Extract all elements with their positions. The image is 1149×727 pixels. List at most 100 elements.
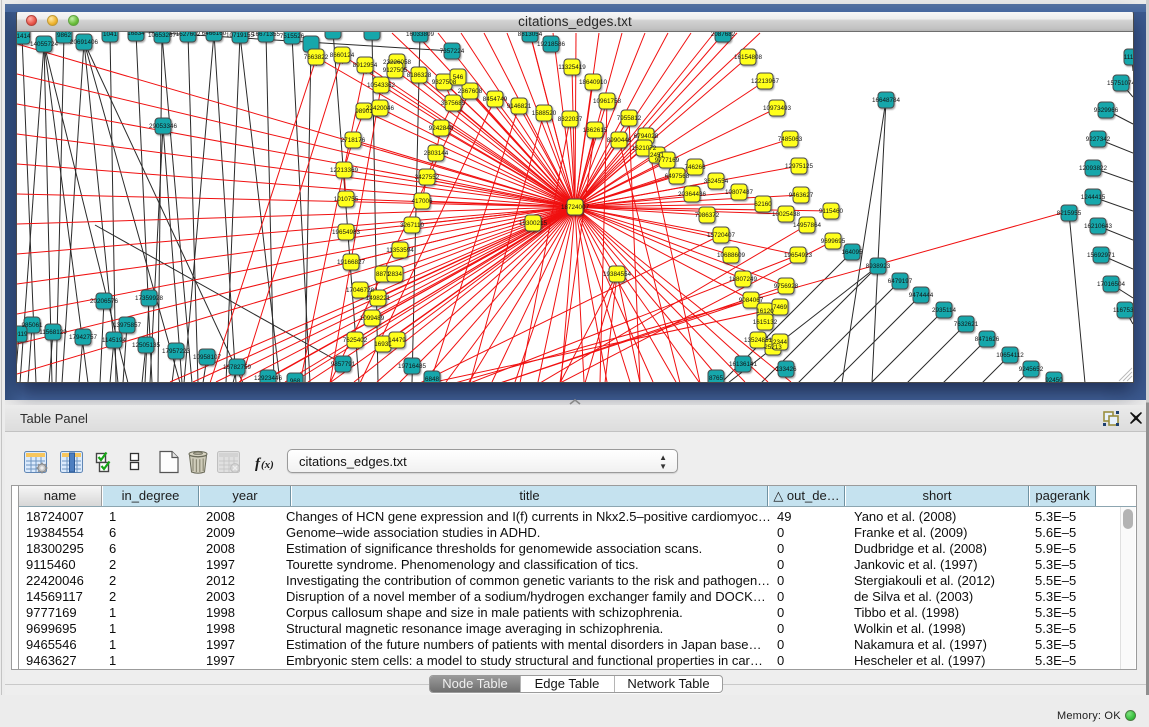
svg-text:14957864: 14957864	[793, 222, 822, 229]
svg-text:9463627: 9463627	[789, 192, 814, 199]
svg-text:968: 968	[290, 378, 301, 382]
svg-text:1527602: 1527602	[176, 32, 201, 38]
svg-text:17046728: 17046728	[346, 287, 375, 294]
svg-text:8186328: 8186328	[407, 72, 432, 79]
svg-text:19716485: 19716485	[398, 363, 427, 370]
svg-text:2834: 2834	[388, 271, 403, 278]
svg-text:16648784: 16648784	[872, 97, 901, 104]
svg-text:13524851: 13524851	[744, 337, 773, 344]
svg-text:10653267: 10653267	[148, 32, 177, 39]
svg-text:16136141: 16136141	[729, 361, 758, 368]
svg-text:7515526: 7515526	[280, 33, 305, 40]
svg-text:17016504: 17016504	[1097, 281, 1126, 288]
svg-text:9777169: 9777169	[655, 157, 680, 164]
svg-text:8454749: 8454749	[483, 96, 508, 103]
svg-text:1099489: 1099489	[360, 315, 385, 322]
svg-text:19218586: 19218586	[537, 41, 566, 48]
svg-text:18724007: 18724007	[561, 204, 590, 211]
svg-text:10543362: 10543362	[367, 82, 396, 89]
svg-text:20691406: 20691406	[70, 39, 99, 46]
svg-text:417006: 417006	[411, 198, 433, 205]
svg-text:2718176: 2718176	[341, 137, 366, 144]
svg-text:1362615: 1362615	[583, 127, 608, 134]
svg-text:10958107: 10958107	[193, 354, 222, 361]
svg-text:17359928: 17359928	[135, 295, 164, 302]
svg-text:16834: 16834	[127, 32, 145, 37]
svg-text:16154808: 16154808	[734, 54, 763, 61]
svg-text:12923446: 12923446	[254, 375, 283, 382]
svg-text:1588520: 1588520	[532, 110, 557, 117]
svg-text:12213369: 12213369	[330, 167, 359, 174]
svg-text:3875685: 3875685	[441, 100, 466, 107]
svg-text:23226058: 23226058	[383, 59, 412, 66]
svg-text:12093822: 12093822	[1079, 165, 1108, 172]
svg-text:10961758: 10961758	[593, 98, 622, 105]
svg-text:7955812: 7955812	[617, 115, 642, 122]
svg-text:6848: 6848	[425, 376, 440, 382]
svg-text:133426: 133426	[775, 366, 797, 373]
svg-text:1621072: 1621072	[632, 145, 657, 152]
svg-text:7632621: 7632621	[954, 321, 979, 328]
svg-text:1145194: 1145194	[102, 337, 127, 344]
svg-text:8990448: 8990448	[607, 137, 632, 144]
svg-text:10654112: 10654112	[996, 352, 1024, 359]
svg-text:16033809: 16033809	[406, 32, 435, 38]
svg-text:(x): (x)	[261, 459, 274, 471]
svg-text:7986372: 7986372	[695, 212, 720, 219]
svg-text:6794028: 6794028	[634, 133, 659, 140]
svg-text:16671355: 16671355	[252, 32, 281, 38]
svg-text:9699695: 9699695	[821, 238, 846, 245]
svg-text:16120: 16120	[756, 308, 774, 315]
svg-text:15751074: 15751074	[1107, 80, 1133, 87]
svg-text:6497568: 6497568	[665, 173, 690, 180]
svg-text:20364436: 20364436	[678, 191, 707, 198]
svg-text:7625402: 7625402	[343, 337, 368, 344]
svg-text:12505135: 12505135	[132, 342, 161, 349]
svg-text:2367608: 2367608	[458, 88, 483, 95]
svg-text:6466160: 6466160	[202, 32, 227, 37]
svg-text:2344: 2344	[773, 339, 788, 346]
svg-text:10688609: 10688609	[717, 252, 746, 259]
svg-text:14479: 14479	[388, 337, 406, 344]
svg-text:9242848: 9242848	[429, 125, 454, 132]
svg-text:8322037: 8322037	[558, 116, 583, 123]
svg-text:164095: 164095	[841, 249, 863, 256]
svg-text:7357224: 7357224	[440, 48, 465, 55]
svg-text:3427552: 3427552	[415, 174, 440, 181]
svg-text:15720407: 15720407	[707, 232, 736, 239]
svg-text:746266: 746266	[684, 164, 706, 171]
svg-text:19654923: 19654923	[784, 252, 813, 259]
svg-text:11414: 11414	[17, 33, 31, 40]
svg-text:9115460: 9115460	[819, 208, 844, 215]
svg-text:19384554: 19384554	[603, 271, 632, 278]
svg-text:19166827: 19166827	[337, 259, 366, 266]
svg-text:15692971: 15692971	[1087, 252, 1116, 259]
svg-text:1615132: 1615132	[753, 319, 778, 326]
svg-text:12975125: 12975125	[785, 163, 814, 170]
svg-text:2087682: 2087682	[711, 32, 736, 38]
svg-text:1010755: 1010755	[334, 196, 359, 203]
svg-text:3267110: 3267110	[400, 222, 425, 229]
svg-text:10807487: 10807487	[725, 189, 754, 196]
svg-text:9227342: 9227342	[1086, 136, 1111, 143]
svg-text:3624554: 3624554	[704, 178, 729, 185]
svg-text:7469: 7469	[773, 304, 788, 311]
svg-text:29053346: 29053346	[149, 123, 178, 130]
svg-text:19654983: 19654983	[332, 229, 361, 236]
svg-text:9084067: 9084067	[739, 297, 764, 304]
svg-text:11568129: 11568129	[39, 329, 67, 336]
svg-text:1041: 1041	[103, 32, 118, 38]
svg-text:7663822: 7663822	[304, 54, 329, 61]
svg-text:985061: 985061	[21, 322, 43, 329]
svg-text:13975857: 13975857	[113, 322, 142, 329]
svg-text:11353594: 11353594	[386, 247, 414, 254]
svg-text:9127505: 9127505	[383, 67, 408, 74]
svg-text:8765: 8765	[709, 375, 724, 382]
svg-text:9474444: 9474444	[909, 292, 934, 299]
svg-text:9146821: 9146821	[507, 103, 532, 110]
svg-text:11325419: 11325419	[558, 64, 586, 71]
svg-text:8938923: 8938923	[866, 263, 891, 270]
svg-text:1167533: 1167533	[1113, 307, 1133, 314]
svg-text:16210643: 16210643	[1084, 223, 1113, 230]
svg-text:8215955: 8215955	[1057, 210, 1082, 217]
